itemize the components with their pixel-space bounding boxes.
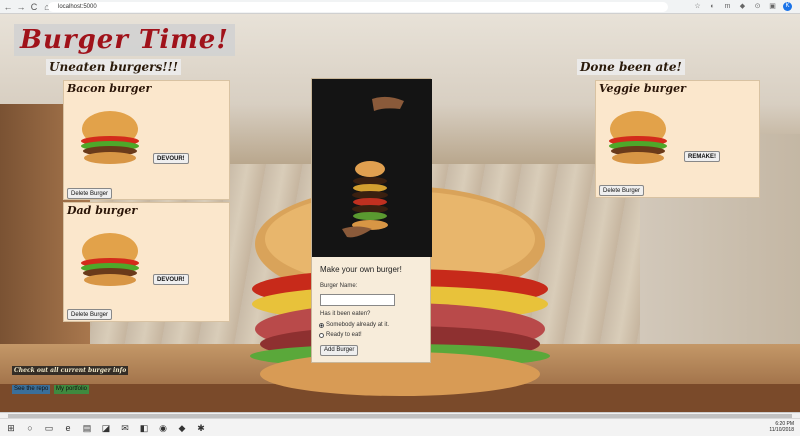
burger-name: Dad burger — [67, 204, 138, 217]
extension-icon[interactable]: m — [723, 2, 732, 11]
file-explorer-icon[interactable]: ▤ — [79, 420, 95, 436]
devour-button[interactable]: DEVOUR! — [153, 274, 189, 285]
extension-tray: ☆ ◐ m ◆ ⊙ ▣ K — [693, 2, 792, 11]
portfolio-link[interactable]: My portfolio — [54, 385, 90, 394]
eaten-heading: Done been ate! — [577, 59, 685, 75]
burger-icon — [609, 111, 667, 164]
back-icon[interactable]: ← — [3, 2, 13, 12]
windows-taskbar: ⊞ ○ ▭ e ▤ ◪ ✉ ◧ ◉ ◆ ✱ 6:20 PM 11/10/2018 — [0, 418, 800, 436]
page-viewport: Burger Time! Uneaten burgers!!! Done bee… — [0, 14, 800, 412]
git-icon[interactable]: ◆ — [174, 420, 190, 436]
burger-card: Dad burger DEVOUR! Delete Burger — [63, 202, 230, 322]
star-icon[interactable]: ☆ — [693, 2, 702, 11]
vscode-icon[interactable]: ◧ — [136, 420, 152, 436]
edge-browser-icon[interactable]: e — [60, 420, 76, 436]
burger-name: Bacon burger — [67, 82, 152, 95]
chrome-icon[interactable]: ◉ — [155, 420, 171, 436]
task-view-icon[interactable]: ▭ — [41, 420, 57, 436]
forward-icon[interactable]: → — [16, 2, 26, 12]
stacked-burger-photo — [312, 79, 432, 257]
add-burger-button[interactable]: Add Burger — [320, 345, 359, 356]
radio-no-label: Ready to eat! — [326, 332, 362, 338]
address-bar[interactable]: localhost:5000 — [48, 2, 668, 12]
radio-yes-label: Somebody already at it. — [326, 322, 390, 328]
devour-button[interactable]: DEVOUR! — [153, 153, 189, 164]
profile-avatar[interactable]: K — [783, 2, 792, 11]
page-title: Burger Time! — [20, 25, 229, 55]
title-banner: Burger Time! — [14, 24, 235, 56]
radio-yes[interactable] — [319, 322, 324, 328]
delete-burger-button[interactable]: Delete Burger — [599, 185, 645, 196]
burger-icon — [81, 233, 139, 286]
burger-card: Bacon burger DEVOUR! Delete Burger — [63, 80, 230, 200]
terminal-icon[interactable]: ✱ — [193, 420, 209, 436]
uneaten-heading: Uneaten burgers!!! — [46, 59, 182, 75]
search-icon[interactable]: ○ — [22, 420, 38, 436]
windows-start-icon[interactable]: ⊞ — [3, 420, 19, 436]
reload-icon[interactable]: C — [29, 2, 39, 12]
delete-burger-button[interactable]: Delete Burger — [67, 309, 113, 320]
mail-icon[interactable]: ✉ — [117, 420, 133, 436]
browser-toolbar: ← → C ⌂ localhost:5000 ☆ ◐ m ◆ ⊙ ▣ K — [0, 0, 800, 14]
burger-icon — [81, 111, 139, 164]
extension-icon[interactable]: ◐ — [708, 2, 717, 11]
burger-info-link[interactable]: Check out all current burger info — [12, 366, 129, 375]
eaten-yes-option[interactable]: Somebody already at it. — [319, 322, 389, 328]
remake-button[interactable]: REMAKE! — [684, 151, 720, 162]
system-clock[interactable]: 6:20 PM 11/10/2018 — [769, 421, 794, 433]
clock-date: 11/10/2018 — [769, 427, 794, 433]
extension-icon[interactable]: ⊙ — [753, 2, 762, 11]
burger-name-input[interactable] — [320, 294, 395, 306]
add-burger-form: Make your own burger! Burger Name: Has i… — [311, 78, 432, 363]
eaten-burger-card: Veggie burger REMAKE! Delete Burger — [595, 80, 760, 198]
burger-name: Veggie burger — [599, 82, 686, 95]
radio-no[interactable] — [319, 332, 324, 338]
eaten-question-label: Has it been eaten? — [320, 311, 371, 317]
store-icon[interactable]: ◪ — [98, 420, 114, 436]
delete-burger-button[interactable]: Delete Burger — [67, 188, 113, 199]
repo-link[interactable]: See the repo — [12, 385, 51, 394]
eaten-no-option[interactable]: Ready to eat! — [319, 332, 362, 338]
extension-icon[interactable]: ◆ — [738, 2, 747, 11]
burger-name-label: Burger Name: — [320, 283, 358, 289]
extension-icon[interactable]: ▣ — [768, 2, 777, 11]
form-title: Make your own burger! — [320, 265, 402, 274]
